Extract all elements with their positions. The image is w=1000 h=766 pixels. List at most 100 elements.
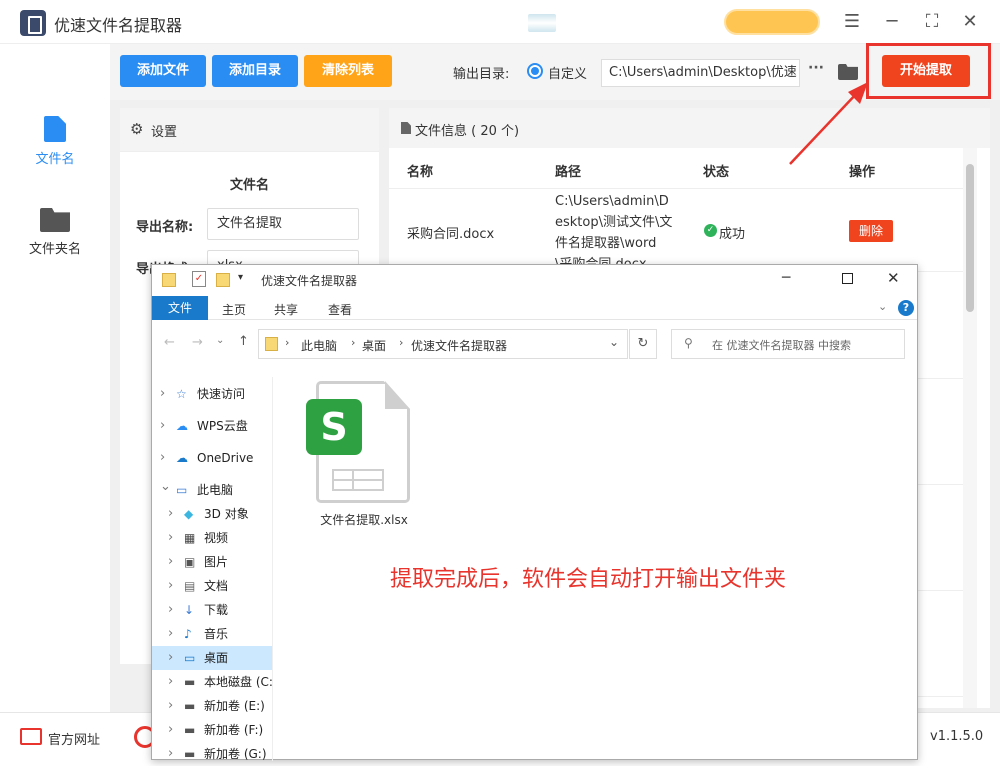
file-item[interactable]: S 文件名提取.xlsx xyxy=(302,379,426,529)
user-pill[interactable] xyxy=(724,9,820,35)
sidebar-item-filename[interactable]: 文件名 xyxy=(0,116,110,167)
chevron-right-icon[interactable]: › xyxy=(168,502,173,526)
new-folder-icon[interactable] xyxy=(216,273,230,287)
nav-tree-item-label: 本地磁盘 (C: xyxy=(204,675,273,689)
gear-icon: ⚙ xyxy=(130,120,144,138)
nav-tree-item-label: 快速访问 xyxy=(197,387,246,401)
nav-tree-item[interactable]: › ↓ 下载 xyxy=(152,598,272,622)
explorer-minimize-icon[interactable]: ─ xyxy=(782,270,790,286)
nav-tree-item-icon: ☁ xyxy=(176,419,188,433)
delete-button[interactable]: 删除 xyxy=(849,220,893,242)
nav-tree-item-label: OneDrive xyxy=(197,451,254,465)
breadcrumb-sep: › xyxy=(285,336,290,349)
nav-tree-item-label: 新加卷 (F:) xyxy=(204,723,264,737)
nav-tree-item[interactable]: › ▭ 桌面 xyxy=(152,646,272,670)
nav-tree-item[interactable]: › ◆ 3D 对象 xyxy=(152,502,272,526)
ribbon-tab-view[interactable]: 查看 xyxy=(328,301,352,318)
file-name: 文件名提取.xlsx xyxy=(320,513,408,527)
nav-tree-item-icon: ▬ xyxy=(184,723,196,737)
refresh-button[interactable]: ↻ xyxy=(629,329,657,359)
add-file-button[interactable]: 添加文件 xyxy=(120,55,206,87)
nav-tree-item[interactable]: › ▬ 新加卷 (G:) xyxy=(152,742,272,766)
close-icon[interactable]: ✕ xyxy=(958,10,982,34)
nav-tree-item[interactable]: › ☁ WPS云盘 xyxy=(152,414,272,438)
search-icon: ⚲ xyxy=(684,336,693,350)
nav-tree-item-icon: ☁ xyxy=(176,451,188,465)
help-icon[interactable]: ? xyxy=(898,300,914,316)
ribbon-tab-file[interactable]: 文件 xyxy=(152,296,208,320)
nav-tree-item-icon: ▦ xyxy=(184,531,196,545)
nav-tree-item[interactable]: › ☁ OneDrive xyxy=(152,446,272,470)
chevron-right-icon[interactable]: › xyxy=(168,598,173,622)
xlsx-fold-corner xyxy=(385,381,410,409)
quick-access-dropdown-icon[interactable]: ▾ xyxy=(238,272,243,283)
menu-icon[interactable]: ☰ xyxy=(840,10,864,34)
properties-icon[interactable]: ✓ xyxy=(192,271,206,287)
chevron-right-icon[interactable]: › xyxy=(160,414,165,438)
explorer-maximize-icon[interactable] xyxy=(842,273,853,284)
breadcrumb-current[interactable]: 优速文件名提取器 xyxy=(411,337,507,354)
chevron-right-icon[interactable]: › xyxy=(168,550,173,574)
nav-tree-item[interactable]: › ▣ 图片 xyxy=(152,550,272,574)
address-dropdown-icon[interactable]: ⌄ xyxy=(609,335,619,349)
scrollbar-thumb[interactable] xyxy=(966,164,974,312)
nav-tree-item[interactable]: › ▬ 新加卷 (F:) xyxy=(152,718,272,742)
forward-icon[interactable]: → xyxy=(192,335,203,350)
folder-icon xyxy=(40,208,70,232)
chevron-right-icon[interactable]: › xyxy=(168,574,173,598)
maximize-icon[interactable]: ⛶ xyxy=(920,10,944,34)
address-row: ← → ⌄ ↑ › 此电脑 › 桌面 › 优速文件名提取器 ⌄ ↻ ⚲ 在 优速… xyxy=(152,321,917,365)
sidebar-item-foldername[interactable]: 文件夹名 xyxy=(0,208,110,257)
skin-icon[interactable] xyxy=(528,14,556,32)
nav-tree-item-icon: ▭ xyxy=(184,651,196,665)
scrollbar-track[interactable] xyxy=(963,148,977,708)
more-button[interactable]: ··· xyxy=(808,60,824,76)
add-dir-button[interactable]: 添加目录 xyxy=(212,55,298,87)
nav-tree-item[interactable]: › ☆ 快速访问 xyxy=(152,382,272,406)
ribbon-tab-home[interactable]: 主页 xyxy=(222,301,246,318)
nav-tree-item[interactable]: ⌄ ▭ 此电脑 xyxy=(152,478,272,502)
nav-tree-item-label: 音乐 xyxy=(204,627,229,641)
address-bar[interactable]: › 此电脑 › 桌面 › 优速文件名提取器 ⌄ xyxy=(258,329,628,359)
app-title: 优速文件名提取器 xyxy=(54,16,183,35)
chevron-right-icon[interactable]: › xyxy=(168,694,173,718)
nav-tree-item-icon: ▤ xyxy=(184,579,196,593)
ribbon-tab-share[interactable]: 共享 xyxy=(274,301,298,318)
chevron-right-icon[interactable]: › xyxy=(168,526,173,550)
back-icon[interactable]: ← xyxy=(164,335,175,350)
nav-tree-item[interactable]: › ▤ 文档 xyxy=(152,574,272,598)
nav-tree-item[interactable]: › ▬ 本地磁盘 (C: xyxy=(152,670,273,694)
website-link[interactable]: 官方网址 xyxy=(48,729,100,748)
chevron-right-icon[interactable]: › xyxy=(168,646,173,670)
up-icon[interactable]: ↑ xyxy=(238,334,249,349)
output-path-input[interactable]: C:\Users\admin\Desktop\优速 xyxy=(601,59,800,87)
recent-dropdown-icon[interactable]: ⌄ xyxy=(216,335,224,346)
search-box[interactable]: ⚲ 在 优速文件名提取器 中搜索 xyxy=(671,329,905,359)
chevron-right-icon[interactable]: › xyxy=(168,622,173,646)
custom-radio[interactable] xyxy=(527,63,543,79)
chevron-down-icon[interactable]: ⌄ xyxy=(160,475,171,499)
app-logo-icon xyxy=(20,10,46,36)
custom-label: 自定义 xyxy=(548,67,588,82)
ribbon-expand-icon[interactable]: ⌄ xyxy=(878,300,887,313)
settings-title: 设置 xyxy=(151,125,178,140)
minimize-icon[interactable]: ─ xyxy=(880,10,904,34)
clear-list-button[interactable]: 清除列表 xyxy=(304,55,392,87)
nav-tree-item-label: 文档 xyxy=(204,579,229,593)
chevron-right-icon[interactable]: › xyxy=(168,718,173,742)
export-name-input[interactable]: 文件名提取 xyxy=(207,208,359,240)
chevron-right-icon[interactable]: › xyxy=(168,742,173,766)
breadcrumb-sep: › xyxy=(351,336,356,349)
chevron-right-icon[interactable]: › xyxy=(160,382,165,406)
nav-tree-item[interactable]: › ▦ 视频 xyxy=(152,526,272,550)
breadcrumb-desktop[interactable]: 桌面 xyxy=(362,337,386,354)
nav-tree-item[interactable]: › ▬ 新加卷 (E:) xyxy=(152,694,272,718)
nav-tree-item[interactable]: › ♪ 音乐 xyxy=(152,622,272,646)
chevron-right-icon[interactable]: › xyxy=(160,446,165,470)
start-button[interactable]: 开始提取 xyxy=(882,55,970,87)
row-status: 成功 xyxy=(719,227,746,242)
table-row[interactable]: 采购合同.docx C:\Users\admin\Desktop\测试文件\文件… xyxy=(389,188,963,272)
breadcrumb-this-pc[interactable]: 此电脑 xyxy=(301,337,337,354)
chevron-right-icon[interactable]: › xyxy=(168,670,173,694)
explorer-close-icon[interactable]: ✕ xyxy=(887,269,900,287)
